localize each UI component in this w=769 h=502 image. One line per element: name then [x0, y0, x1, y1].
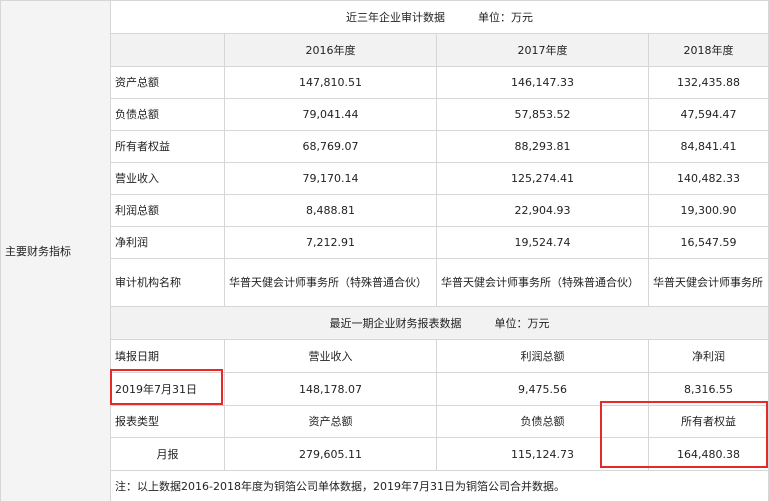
audit-year-header-row: 2016年度 2017年度 2018年度 — [1, 33, 769, 67]
fill-date-value: 2019年7月31日 — [110, 372, 225, 406]
table-row: 利润总额 8,488.81 22,904.93 19,300.90 — [1, 194, 769, 227]
cell-value: 132,435.88 — [647, 66, 769, 99]
cell-value: 279,605.11 — [224, 437, 437, 471]
table-row: 负债总额 79,041.44 57,853.52 47,594.47 — [1, 98, 769, 131]
year-header-2018: 2018年度 — [647, 33, 769, 67]
cell-value: 19,524.74 — [436, 226, 649, 259]
audit-header-blank — [110, 33, 225, 67]
col-header: 利润总额 — [436, 339, 649, 373]
cell-value: 84,841.41 — [647, 130, 769, 163]
cell-value: 16,547.59 — [647, 226, 769, 259]
cell-value: 9,475.56 — [436, 372, 649, 406]
row-label: 资产总额 — [110, 66, 225, 99]
audit-title-text: 近三年企业审计数据 — [346, 10, 446, 24]
report-type-value: 月报 — [110, 437, 225, 471]
row-label: 营业收入 — [110, 162, 225, 195]
col-header: 营业收入 — [224, 339, 437, 373]
audit-section-title: 近三年企业审计数据 单位：万元 — [109, 0, 769, 34]
auditor-name: 华普天健会计师事务所（特殊普通合伙） — [224, 258, 437, 307]
cell-value: 147,810.51 — [224, 66, 437, 99]
row-label: 负债总额 — [110, 98, 225, 131]
cell-value: 57,853.52 — [436, 98, 649, 131]
cell-value: 115,124.73 — [436, 437, 649, 471]
table-row: 资产总额 147,810.51 146,147.33 132,435.88 — [1, 66, 769, 99]
report-type-label: 报表类型 — [110, 405, 225, 438]
col-header: 净利润 — [647, 339, 769, 373]
cell-value: 164,480.38 — [647, 437, 769, 471]
cell-value: 148,178.07 — [224, 372, 437, 406]
recent-section-title: 最近一期企业财务报表数据 单位：万元 — [109, 306, 769, 340]
financial-table: 主要财务指标 近三年企业审计数据 单位：万元 2016年度 2017年度 201… — [0, 0, 769, 502]
cell-value: 19,300.90 — [647, 194, 769, 227]
cell-value: 47,594.47 — [647, 98, 769, 131]
footnote: 注：以上数据2016-2018年度为铜箔公司单体数据，2019年7月31日为铜箔… — [109, 470, 769, 502]
year-header-2016: 2016年度 — [224, 33, 437, 67]
cell-value: 140,482.33 — [647, 162, 769, 195]
cell-value: 7,212.91 — [224, 226, 437, 259]
row-label: 利润总额 — [110, 194, 225, 227]
row-label: 所有者权益 — [110, 130, 225, 163]
cell-value: 79,170.14 — [224, 162, 437, 195]
auditor-name: 华普天健会计师事务所（特殊普通合伙） — [647, 258, 769, 307]
cell-value: 88,293.81 — [436, 130, 649, 163]
fill-date-label: 填报日期 — [110, 339, 225, 373]
table-row: 所有者权益 68,769.07 88,293.81 84,841.41 — [1, 130, 769, 163]
auditor-name: 华普天健会计师事务所（特殊普通合伙） — [436, 258, 649, 307]
cell-value: 79,041.44 — [224, 98, 437, 131]
year-header-2017: 2017年度 — [436, 33, 649, 67]
col-header: 所有者权益 — [647, 405, 769, 438]
col-header: 资产总额 — [224, 405, 437, 438]
audit-unit-text: 单位：万元 — [478, 10, 534, 24]
recent-header-row-2: 报表类型 资产总额 负债总额 所有者权益 — [1, 405, 769, 438]
row-label: 净利润 — [110, 226, 225, 259]
recent-data-row-2: 月报 279,605.11 115,124.73 164,480.38 — [1, 437, 769, 471]
cell-value: 146,147.33 — [436, 66, 649, 99]
cell-value: 125,274.41 — [436, 162, 649, 195]
recent-title-text: 最近一期企业财务报表数据 — [329, 316, 462, 330]
recent-unit-text: 单位：万元 — [494, 316, 550, 330]
row-label: 审计机构名称 — [110, 258, 225, 307]
cell-value: 8,488.81 — [224, 194, 437, 227]
financial-indicators-panel: 主要财务指标 近三年企业审计数据 单位：万元 2016年度 2017年度 201… — [0, 0, 769, 502]
recent-data-row-1: 2019年7月31日 148,178.07 9,475.56 8,316.55 — [1, 372, 769, 406]
recent-header-row-1: 填报日期 营业收入 利润总额 净利润 — [1, 339, 769, 373]
cell-value: 22,904.93 — [436, 194, 649, 227]
auditor-row: 审计机构名称 华普天健会计师事务所（特殊普通合伙） 华普天健会计师事务所（特殊普… — [1, 258, 769, 307]
col-header: 负债总额 — [436, 405, 649, 438]
table-row: 净利润 7,212.91 19,524.74 16,547.59 — [1, 226, 769, 259]
cell-value: 68,769.07 — [224, 130, 437, 163]
table-row: 营业收入 79,170.14 125,274.41 140,482.33 — [1, 162, 769, 195]
main-financial-indicators-label: 主要财务指标 — [0, 0, 111, 502]
cell-value: 8,316.55 — [647, 372, 769, 406]
